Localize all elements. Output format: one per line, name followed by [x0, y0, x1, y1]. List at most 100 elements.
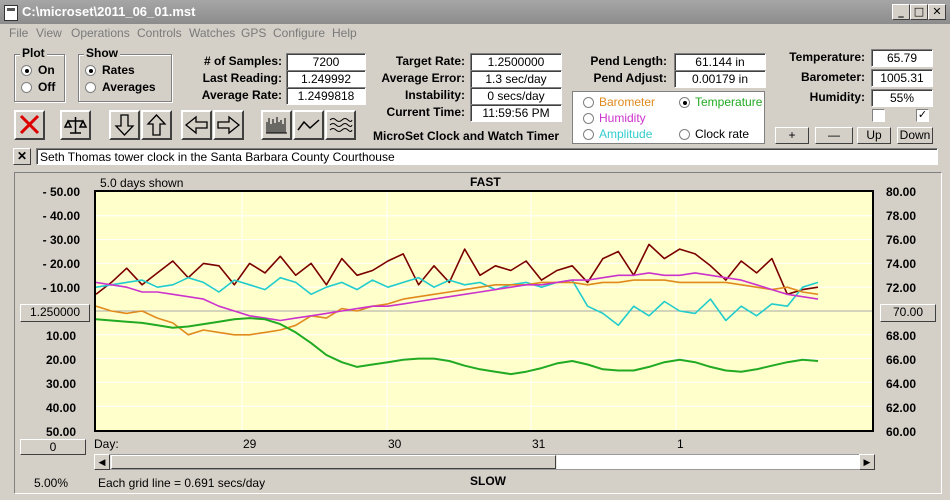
right-tick-label: 60.00	[886, 425, 917, 439]
balance-scale-icon	[63, 117, 88, 134]
show-averages-label: Averages	[102, 80, 156, 94]
plot-group-label: Plot	[20, 46, 47, 60]
arrow-left-button[interactable]	[181, 110, 212, 140]
arrow-right-button[interactable]	[213, 110, 244, 140]
window-title: C:\microset\2011_06_01.mst	[22, 4, 196, 19]
last-reading-label: Last Reading:	[202, 71, 282, 85]
menu-gps[interactable]: GPS	[241, 26, 266, 40]
left-tick-label: - 40.00	[42, 209, 80, 223]
day-tick-label: 30	[388, 437, 402, 451]
arrow-down-icon	[114, 114, 135, 136]
left-tick-label: - 20.00	[42, 257, 80, 271]
amplitude-series-line	[96, 276, 819, 327]
average-error-label: Average Error:	[381, 71, 465, 85]
scroll-right-button[interactable]: ▶	[859, 454, 875, 470]
amplitude-option-label: Amplitude	[599, 127, 653, 141]
maximize-button[interactable]: □	[910, 4, 928, 20]
average-rate-label: Average Rate:	[201, 88, 282, 102]
title-bar: C:\microset\2011_06_01.mst _ □ ✕	[0, 0, 950, 24]
menu-view[interactable]: View	[36, 26, 62, 40]
temperature-option-label: Temperature	[695, 95, 763, 109]
left-tick-label: 30.00	[45, 377, 76, 391]
clear-notes-button[interactable]: ✕	[13, 148, 31, 165]
plot-group	[14, 54, 65, 102]
average-rate-field: 1.2499818	[286, 87, 366, 105]
waveform-button[interactable]	[325, 110, 356, 140]
arrow-left-icon	[184, 115, 208, 135]
temperature-radio[interactable]	[679, 97, 690, 108]
right-tick-label: 62.00	[886, 401, 917, 415]
slow-label: SLOW	[470, 474, 506, 488]
left-scale-label: 50.00	[45, 425, 76, 439]
arrow-up-button[interactable]	[141, 110, 172, 140]
menu-file[interactable]: File	[9, 26, 28, 40]
plot-on-radio[interactable]	[21, 65, 32, 76]
app-icon	[4, 5, 18, 21]
target-rate-field[interactable]: 1.2500000	[470, 53, 562, 71]
menu-watches[interactable]: Watches	[189, 26, 235, 40]
clock-rate-option-label: Clock rate	[695, 127, 750, 141]
show-rates-label: Rates	[102, 63, 135, 77]
barometer-series-line	[96, 279, 819, 336]
rate-chart	[96, 192, 872, 430]
arrow-down-button[interactable]	[109, 110, 140, 140]
menu-controls[interactable]: Controls	[137, 26, 182, 40]
scale-up-button[interactable]: Up	[857, 127, 891, 144]
amplitude-radio[interactable]	[583, 129, 594, 140]
left-tick-label: 20.00	[45, 353, 76, 367]
close-button[interactable]: ✕	[928, 4, 946, 20]
target-rate-label: Target Rate:	[395, 54, 465, 68]
fast-label: FAST	[470, 175, 501, 189]
instability-field: 0 secs/day	[470, 87, 562, 105]
chart-scrollbar[interactable]: ◀ ▶	[94, 454, 875, 470]
plot-area	[94, 190, 874, 432]
day-tick-label: 31	[532, 437, 546, 451]
center-rate-button[interactable]: 1.250000	[20, 304, 90, 322]
show-averages-radio[interactable]	[85, 82, 96, 93]
scroll-left-button[interactable]: ◀	[94, 454, 110, 470]
menu-bar: File View Operations Controls Watches GP…	[0, 24, 950, 42]
humidity-field: 55%	[871, 89, 933, 107]
humidity-label: Humidity:	[809, 90, 865, 104]
menu-help[interactable]: Help	[332, 26, 357, 40]
left-tick-label: - 30.00	[42, 233, 80, 247]
barometer-field: 1005.31	[871, 69, 933, 87]
plot-off-label: Off	[38, 80, 56, 94]
left-tick-label: - 10.00	[42, 281, 80, 295]
humidity-option-label: Humidity	[599, 111, 646, 125]
clock-rate-radio[interactable]	[679, 129, 690, 140]
line-graph-button[interactable]	[293, 110, 324, 140]
right-tick-label: 74.00	[886, 257, 917, 271]
barometer-label: Barometer:	[800, 70, 865, 84]
temperature-label: Temperature:	[789, 50, 865, 64]
scale-plus-button[interactable]: +	[775, 127, 809, 144]
notes-field[interactable]: Seth Thomas tower clock in the Santa Bar…	[36, 148, 938, 165]
samples-label: # of Samples:	[203, 54, 282, 68]
day-axis-label: Day:	[94, 437, 119, 451]
menu-configure[interactable]: Configure	[273, 26, 325, 40]
scroll-track[interactable]	[557, 455, 859, 469]
env-checkbox-2[interactable]: ✓	[916, 109, 929, 122]
line-graph-icon	[297, 119, 320, 131]
right-tick-label: 76.00	[886, 233, 917, 247]
histogram-icon	[266, 117, 287, 134]
scale-down-button[interactable]: Down	[897, 127, 933, 144]
barometer-option-label: Barometer	[599, 95, 656, 109]
barometer-radio[interactable]	[583, 97, 594, 108]
center-temp-button[interactable]: 70.00	[880, 304, 936, 322]
humidity-radio[interactable]	[583, 113, 594, 124]
scale-minus-button[interactable]: —	[815, 127, 853, 144]
day-tick-label: 29	[243, 437, 257, 451]
balance-button[interactable]	[60, 110, 91, 140]
env-checkbox-1[interactable]	[872, 109, 885, 122]
histogram-button[interactable]	[261, 110, 292, 140]
offset-button[interactable]: 0	[20, 439, 86, 455]
scroll-thumb[interactable]	[111, 455, 556, 469]
show-rates-radio[interactable]	[85, 65, 96, 76]
minimize-button[interactable]: _	[892, 4, 910, 20]
menu-operations[interactable]: Operations	[71, 26, 130, 40]
plot-off-radio[interactable]	[21, 82, 32, 93]
pend-length-label: Pend Length:	[590, 54, 667, 68]
stop-button[interactable]	[14, 110, 45, 140]
red-x-icon	[19, 114, 40, 135]
